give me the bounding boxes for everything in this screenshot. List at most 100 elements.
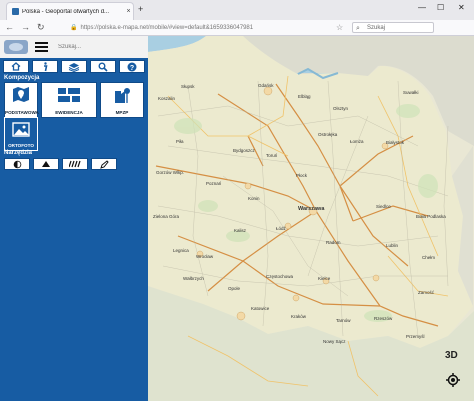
map-label: Koszalin [158,96,176,101]
map-label: Legnica [173,248,189,253]
map-label: Chełm [422,255,436,260]
hatch-tool-button[interactable] [62,158,88,170]
draw-tool-button[interactable] [91,158,117,170]
map-label: Wałbrzych [183,276,204,281]
map-label: Biała Podlaska [416,214,446,219]
contrast-icon [13,160,21,168]
map-labels: Gdańsk Słupsk Koszalin Elbląg Olsztyn Su… [148,36,474,401]
pencil-icon [99,159,109,169]
browser-tab-bar: Polska - Geoportal otwartych d... × + — … [0,0,474,20]
map-label: Nowy Sącz [323,339,346,344]
map-label: Piła [176,139,184,144]
map-label: Katowice [251,306,270,311]
map-label: Białystok [386,140,405,145]
map-label: Kielce [318,276,331,281]
map-label: Płock [296,173,308,178]
map-marker-icon [13,87,29,102]
3d-view-button[interactable]: 3D [445,350,458,361]
map-label: Zielona Góra [153,214,180,219]
lock-icon: 🔒 [70,25,78,31]
svg-text:?: ? [130,65,134,72]
search-input[interactable] [55,39,149,55]
map-label: Zamość [418,290,435,295]
composition-label: PODSTAWOWA [5,110,39,115]
layers-button[interactable] [61,60,87,73]
map-label: Suwałki [403,90,419,95]
close-window-button[interactable]: ✕ [458,3,465,12]
map-label: Poznań [206,181,222,186]
tab-title: Polska - Geoportal otwartych d... [22,8,110,15]
map-label: Radom [326,240,341,245]
map-label: Konin [248,196,260,201]
favicon-icon [12,8,19,15]
map-label: Bydgoszcz [233,148,255,153]
map-label: Toruń [266,153,278,158]
zoning-plan-icon [115,88,130,103]
composition-mpzp[interactable]: MPZP [100,82,144,118]
map-label: Kraków [291,314,307,319]
map-label: Rzeszów [374,316,393,321]
reload-icon[interactable]: ↻ [37,22,45,33]
map-label: Lublin [386,243,399,248]
new-tab-button[interactable]: + [138,4,143,14]
bookmark-star-icon[interactable]: ☆ [336,23,343,32]
locate-me-icon[interactable] [446,373,460,387]
composition-label: MPZP [115,110,129,115]
parcels-icon [58,88,80,102]
composition-label: ORTOFOTO [8,143,34,148]
triangle-icon [42,161,50,167]
map-label: Opole [228,286,241,291]
composition-section-title: Kompozycja [4,75,40,81]
hatch-icon [69,160,81,168]
map-label: Przemyśl [406,334,425,339]
composition-ewidencja[interactable]: EWIDENCJA [41,82,97,118]
composition-podstawowa[interactable]: PODSTAWOWA [4,82,39,118]
browser-tab[interactable]: Polska - Geoportal otwartych d... × [6,2,134,20]
info-button[interactable] [32,60,58,73]
map-label: Siedlce [376,204,391,209]
forward-icon[interactable]: → [21,22,30,32]
map-label: Łomża [350,139,364,144]
panel-top-bar [0,36,149,58]
home-button[interactable] [3,60,29,73]
map-label: Olsztyn [333,106,349,111]
composition-label: EWIDENCJA [55,110,83,115]
map-label: Warszawa [298,206,325,212]
page: ? Kompozycja PODSTAWOWA EWIDENCJA MPZP O… [0,36,474,401]
terrain-tool-button[interactable] [33,158,59,170]
side-panel: ? Kompozycja PODSTAWOWA EWIDENCJA MPZP O… [0,36,149,401]
url-field[interactable]: 🔒 https://polska.e-mapa.net/mobile/#view=… [70,23,320,34]
app-logo[interactable] [4,40,28,54]
map-label: Tarnów [336,318,351,323]
map-label: Wrocław [196,254,214,259]
map-label: Gdańsk [258,83,274,88]
tab-close-icon[interactable]: × [124,8,133,15]
composition-ortofoto[interactable]: ORTOFOTO [4,117,38,151]
help-icon: ? [127,62,137,72]
minimize-button[interactable]: — [418,3,426,12]
browser-search-placeholder: Szukaj [367,25,386,31]
map-label: Gorzów Wlkp. [156,170,185,175]
back-icon[interactable]: ← [5,22,14,32]
maximize-button[interactable]: ☐ [437,3,444,12]
info-icon [44,61,48,71]
browser-search-box[interactable]: ⌕ Szukaj [352,22,434,33]
map-label: Częstochowa [266,274,294,279]
map-label: Słupsk [181,84,195,89]
search-icon: ⌕ [356,25,360,32]
map-view[interactable]: Gdańsk Słupsk Koszalin Elbląg Olsztyn Su… [148,36,474,401]
search-icon [98,62,108,72]
address-bar-row: ← → ↻ 🔒 https://polska.e-mapa.net/mobile/… [0,20,474,36]
search-button[interactable] [90,60,116,73]
help-button[interactable]: ? [119,60,145,73]
map-label: Ostrołęka [318,132,338,137]
menu-icon[interactable] [35,42,48,54]
contrast-tool-button[interactable] [4,158,30,170]
photo-icon [12,122,30,137]
layers-icon [68,62,80,72]
tools-section-title: Narzędzia [4,150,33,156]
home-icon [11,62,21,71]
map-label: Łódź [276,226,286,231]
map-label: Elbląg [298,94,311,99]
url-text: https://polska.e-mapa.net/mobile/#view=d… [80,25,254,31]
